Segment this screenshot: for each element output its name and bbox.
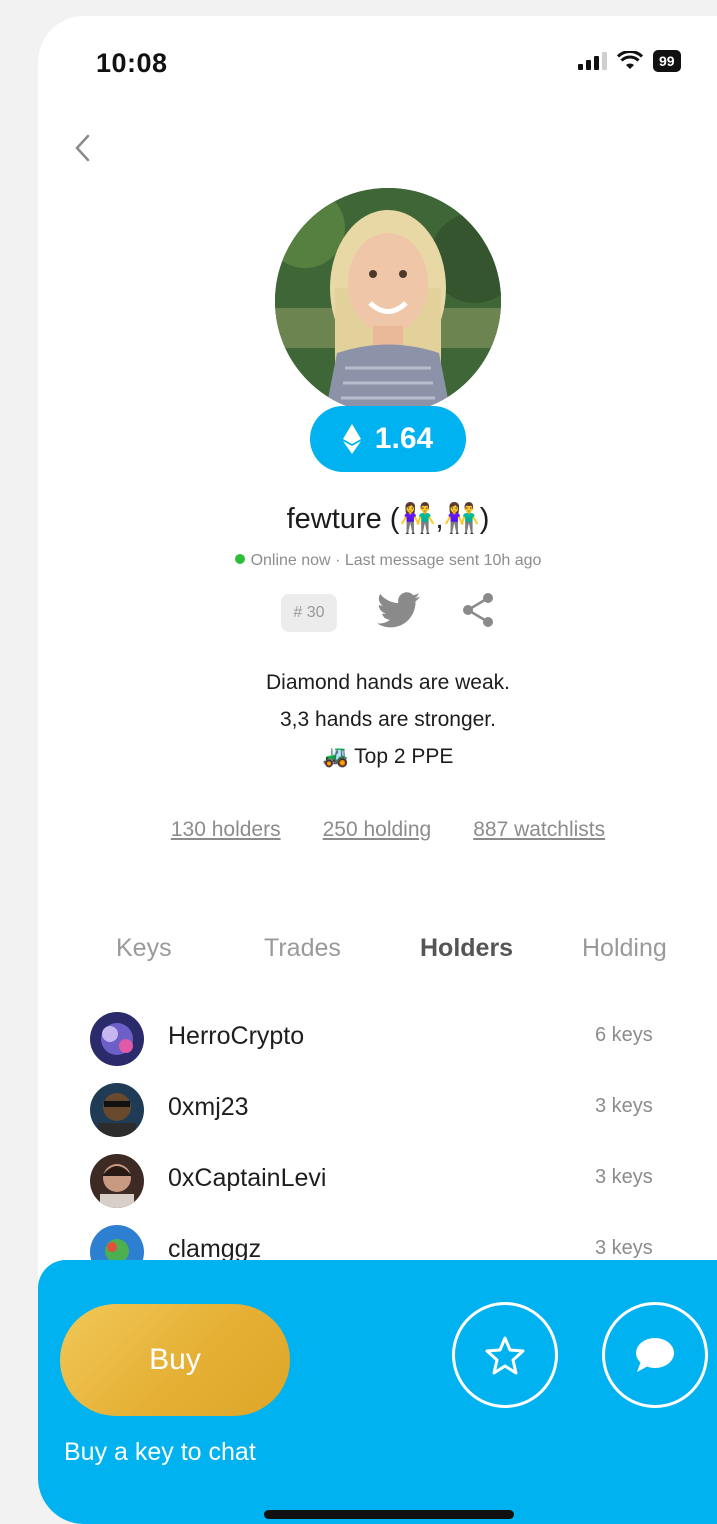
wifi-icon [617,51,643,69]
tab-holding[interactable]: Holding [582,934,667,963]
last-message-status: · Last message sent 10h ago [335,552,542,569]
buy-hint-text: Buy a key to chat [64,1438,256,1466]
holder-name: 0xCaptainLevi [168,1164,327,1192]
watchlist-button[interactable] [452,1302,558,1408]
profile-bio: Diamond hands are weak. 3,3 hands are st… [38,664,717,775]
watchlists-count-link[interactable]: 887 watchlists [473,818,605,842]
bio-line: Diamond hands are weak. [266,671,510,694]
tab-holders[interactable]: Holders [420,934,513,963]
list-item[interactable]: 0xCaptainLevi 3 keys [90,1154,717,1225]
avatar [90,1154,144,1208]
tab-keys[interactable]: Keys [116,934,172,963]
key-price-value: 1.64 [374,422,434,455]
holders-list: HerroCrypto 6 keys 0xmj23 3 keys 0xCapta… [90,1012,717,1296]
share-icon [462,593,493,627]
status-icons: 99 [578,50,681,72]
phone-screen: 10:08 99 1.64 fewture (👫,👫) Online now ·… [38,16,717,1524]
social-row: # 30 [38,592,717,633]
avatar [90,1083,144,1137]
chat-bubble-icon [636,1338,674,1372]
status-time: 10:08 [96,48,168,78]
holder-name: 0xmj23 [168,1093,249,1121]
bio-line: 🚜 Top 2 PPE [322,745,454,768]
star-icon [485,1336,525,1375]
holding-count-link[interactable]: 250 holding [323,818,432,842]
signal-icon [578,52,607,70]
profile-username: fewture (👫,👫) [286,503,490,535]
profile-stats: 130 holders 250 holding 887 watchlists [38,818,717,842]
rank-badge: # 30 [281,593,337,632]
buy-button[interactable]: Buy [60,1304,290,1416]
twitter-button[interactable] [376,592,421,633]
online-dot-icon [234,554,245,564]
holder-keys: 6 keys [595,1024,653,1046]
holder-keys: 3 keys [595,1166,653,1188]
list-item[interactable]: HerroCrypto 6 keys [90,1012,717,1083]
battery-indicator: 99 [653,50,681,72]
share-button[interactable] [461,592,495,633]
chevron-left-icon [75,134,90,162]
holder-keys: 3 keys [595,1095,653,1117]
status-bar: 10:08 99 [38,16,717,106]
holder-name: HerroCrypto [168,1022,305,1050]
profile-avatar [275,188,501,414]
ethereum-icon [342,424,361,454]
home-indicator [264,1510,514,1519]
bottom-action-panel: Buy Buy a key to chat [38,1260,717,1524]
online-status-line: Online now · Last message sent 10h ago [38,552,717,570]
holder-keys: 3 keys [595,1237,653,1259]
twitter-icon [376,592,420,628]
list-item[interactable]: 0xmj23 3 keys [90,1083,717,1154]
chat-button[interactable] [602,1302,708,1408]
holders-count-link[interactable]: 130 holders [171,818,281,842]
profile-tabs: Keys Trades Holders Holding [78,934,717,984]
back-button[interactable] [64,128,104,168]
bio-line: 3,3 hands are stronger. [280,708,496,731]
tab-trades[interactable]: Trades [264,934,341,963]
online-status: Online now [250,552,331,569]
avatar [90,1012,144,1066]
key-price-badge: 1.64 [310,406,466,472]
